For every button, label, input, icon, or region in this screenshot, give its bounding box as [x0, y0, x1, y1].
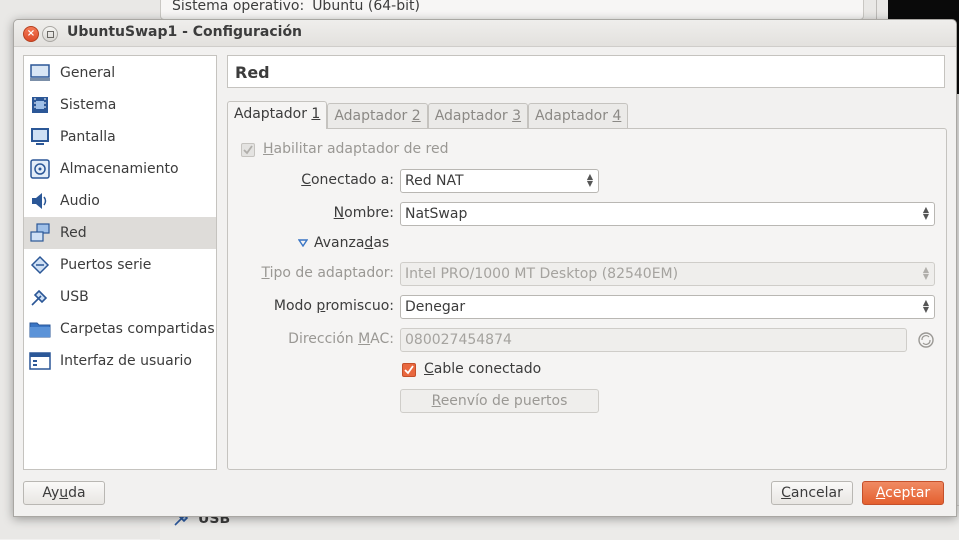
spinner-arrows-icon: ▲ ▼	[922, 205, 929, 221]
sidebar-item-puertos-serie[interactable]: Puertos serie	[24, 249, 216, 281]
sidebar-item-sistema[interactable]: Sistema	[24, 89, 216, 121]
sidebar-item-label: Carpetas compartidas	[60, 321, 215, 337]
tab-label: Adaptador	[434, 108, 513, 124]
spinner-arrows-icon: ▲ ▼	[586, 172, 593, 188]
tab-adapter-3[interactable]: Adaptador 3	[427, 103, 529, 129]
attached-to-label: Conectado a:	[301, 172, 394, 188]
os-label: Sistema operativo:	[172, 0, 305, 14]
tab-mnemonic: 2	[411, 108, 421, 124]
tab-adapter-1[interactable]: Adaptador 1	[227, 101, 328, 129]
disk-icon	[29, 158, 51, 180]
promiscuous-mode-label: Modo promiscuo:	[273, 298, 394, 314]
sidebar-item-interfaz-de-usuario[interactable]: Interfaz de usuario	[24, 345, 216, 377]
cancel-button[interactable]: Cancelar	[771, 481, 853, 505]
adapter-type-value: Intel PRO/1000 MT Desktop (82540EM)	[405, 266, 679, 282]
tab-mnemonic: 3	[512, 108, 522, 124]
sidebar-item-label: Almacenamiento	[60, 161, 179, 177]
sidebar-item-label: Interfaz de usuario	[60, 353, 192, 369]
port-forwarding-button[interactable]: Reenvío de puertos	[400, 389, 599, 413]
sidebar-item-label: USB	[60, 289, 89, 305]
sidebar-item-label: Sistema	[60, 97, 117, 113]
accept-button[interactable]: Aceptar	[862, 481, 944, 505]
page-header: Red	[227, 55, 945, 88]
sidebar-item-label: Audio	[60, 193, 100, 209]
sidebar-item-almacenamiento[interactable]: Almacenamiento	[24, 153, 216, 185]
tab-mnemonic: 1	[311, 106, 321, 122]
maximize-button[interactable]	[42, 26, 58, 42]
speaker-icon	[29, 190, 51, 212]
expand-triangle-icon	[298, 239, 308, 247]
name-value: NatSwap	[405, 206, 468, 222]
folder-icon	[29, 318, 51, 340]
adapter-type-label: Tipo de adaptador:	[261, 265, 394, 281]
sidebar-item-label: General	[60, 65, 116, 81]
general-icon	[29, 62, 51, 84]
adapter-type-select[interactable]: Intel PRO/1000 MT Desktop (82540EM) ▲ ▼	[400, 262, 935, 286]
check-icon	[243, 145, 253, 155]
sidebar-item-label: Puertos serie	[60, 257, 152, 273]
check-icon	[404, 365, 414, 375]
sidebar-item-label: Pantalla	[60, 129, 116, 145]
tab-adapter-2[interactable]: Adaptador 2	[327, 103, 428, 129]
tab-label: Adaptador	[334, 108, 412, 124]
enable-adapter-checkbox[interactable]	[241, 143, 255, 157]
tab-adapter-4[interactable]: Adaptador 4	[528, 103, 629, 129]
sidebar-item-carpetas-compartidas[interactable]: Carpetas compartidas	[24, 313, 216, 345]
close-icon: ×	[26, 28, 36, 39]
spinner-arrows-icon: ▲ ▼	[922, 298, 929, 314]
os-value: Ubuntu (64-bit)	[312, 0, 420, 14]
serial-port-icon	[29, 254, 51, 276]
window-title: UbuntuSwap1 - Configuración	[67, 24, 303, 40]
name-select[interactable]: NatSwap ▲ ▼	[400, 202, 935, 226]
titlebar: × UbuntuSwap1 - Configuración	[14, 20, 956, 47]
cable-connected-checkbox[interactable]	[402, 363, 416, 377]
advanced-expander[interactable]: Avanzadas	[298, 235, 389, 251]
background-os-info: Sistema operativo: Ubuntu (64-bit)	[172, 0, 420, 14]
sidebar-item-general[interactable]: General	[24, 57, 216, 89]
network-icon	[29, 222, 51, 244]
tab-label: Adaptador	[234, 106, 312, 122]
promiscuous-mode-select[interactable]: Denegar ▲ ▼	[400, 295, 935, 319]
spinner-arrows-icon: ▲ ▼	[922, 265, 929, 281]
tab-mnemonic: 4	[612, 108, 622, 124]
sidebar-item-pantalla[interactable]: Pantalla	[24, 121, 216, 153]
tab-label: Adaptador	[535, 108, 613, 124]
adapter-tabs: Adaptador 1 Adaptador 2 Adaptador 3 Adap…	[227, 101, 629, 129]
settings-dialog: × UbuntuSwap1 - Configuración General Si…	[13, 19, 957, 517]
usb-icon	[29, 286, 51, 308]
chip-icon	[29, 94, 51, 116]
enable-adapter-label: Habilitar adaptador de red	[263, 141, 449, 157]
help-button[interactable]: Ayuda	[23, 481, 105, 505]
sidebar-item-red[interactable]: Red	[24, 217, 216, 249]
cable-connected-label: Cable conectado	[424, 361, 542, 377]
mac-address-field[interactable]: 080027454874	[400, 328, 907, 352]
sidebar-item-audio[interactable]: Audio	[24, 185, 216, 217]
mac-address-value: 080027454874	[405, 332, 512, 348]
background-divider	[876, 0, 877, 20]
close-button[interactable]: ×	[23, 26, 39, 42]
attached-to-value: Red NAT	[405, 173, 464, 189]
sidebar-item-label: Red	[60, 225, 87, 241]
settings-sidebar: General Sistema Pantalla Almacenamiento …	[23, 55, 217, 470]
refresh-icon[interactable]	[917, 331, 935, 349]
promiscuous-mode-value: Denegar	[405, 299, 466, 315]
sidebar-item-usb[interactable]: USB	[24, 281, 216, 313]
monitor-icon	[29, 126, 51, 148]
adapter-panel: Habilitar adaptador de red Conectado a: …	[227, 128, 947, 470]
window-icon	[29, 350, 51, 372]
name-label: Nombre:	[333, 205, 394, 221]
advanced-label: Avanzadas	[314, 235, 390, 251]
attached-to-select[interactable]: Red NAT ▲ ▼	[400, 169, 599, 193]
page-title: Red	[235, 63, 270, 82]
mac-address-label: Dirección MAC:	[288, 331, 394, 347]
